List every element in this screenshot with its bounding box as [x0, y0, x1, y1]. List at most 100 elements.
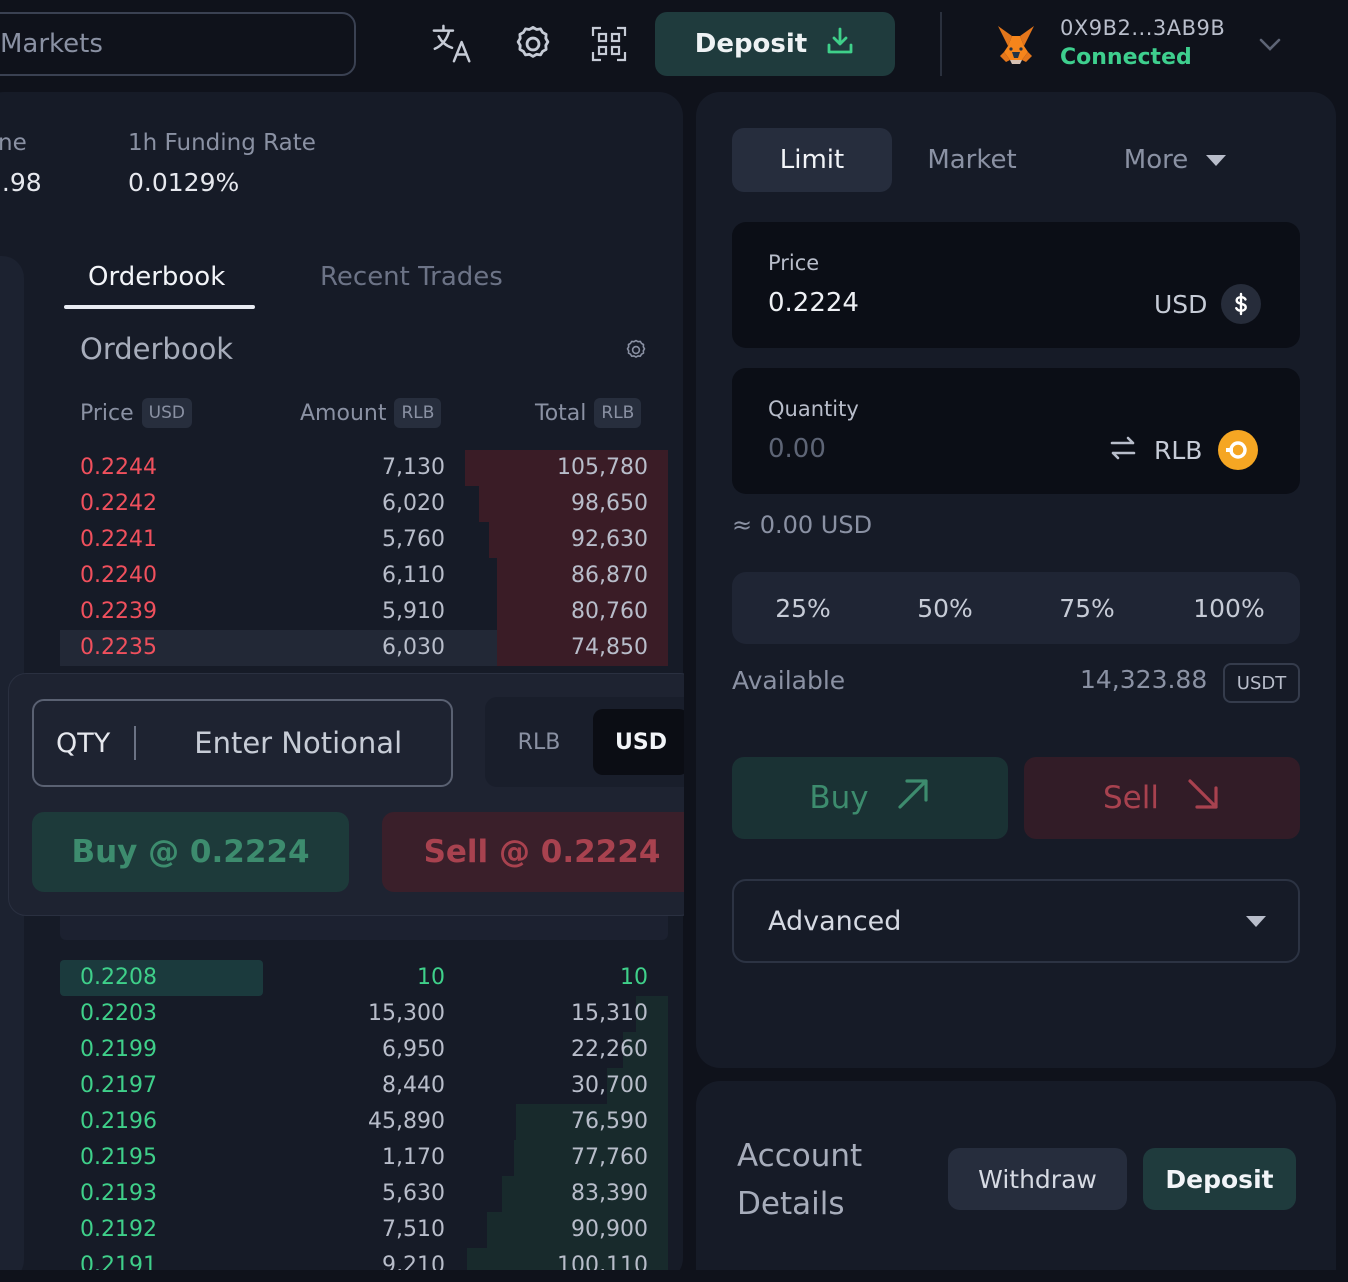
pct-75-button[interactable]: 75% [1016, 572, 1158, 644]
advanced-dropdown[interactable]: Advanced [732, 879, 1300, 963]
buy-button-label: Buy [809, 780, 869, 816]
tab-recent-trades[interactable]: Recent Trades [320, 262, 503, 292]
advanced-label: Advanced [768, 905, 902, 937]
unit-option-rlb[interactable]: RLB [485, 709, 593, 775]
caret-down-icon [1206, 154, 1227, 166]
notional-input[interactable] [136, 726, 451, 760]
bottom-edge [0, 1270, 1348, 1282]
quantity-field-value[interactable]: 0.00 [768, 434, 826, 464]
ask-row[interactable]: 0.2242 6,020 98,650 [60, 486, 668, 522]
markets-search[interactable]: Markets [0, 12, 356, 76]
ask-amount: 6,110 [382, 563, 445, 588]
ask-total: 98,650 [571, 491, 648, 516]
bid-total: 30,700 [571, 1073, 648, 1098]
available-label: Available [732, 666, 846, 695]
ask-amount: 6,030 [382, 635, 445, 660]
orderbook-settings-icon[interactable] [624, 338, 648, 362]
ask-row[interactable]: 0.2244 7,130 105,780 [60, 450, 668, 486]
quick-buy-button[interactable]: Buy @ 0.2224 [32, 812, 349, 892]
withdraw-button[interactable]: Withdraw [948, 1148, 1127, 1210]
bid-price: 0.2197 [80, 1073, 157, 1098]
tab-more-label: More [1123, 145, 1189, 175]
quantity-unit: RLB [1108, 430, 1259, 470]
wallet-address[interactable]: 0X9B2...3AB9B [1060, 16, 1225, 40]
ask-amount: 5,910 [382, 599, 445, 624]
quantity-unit-label: RLB [1154, 435, 1203, 465]
bid-row[interactable]: 0.2192 7,510 90,900 [60, 1212, 668, 1248]
bid-amount: 8,440 [382, 1073, 445, 1098]
bid-price: 0.2195 [80, 1145, 157, 1170]
tab-orderbook[interactable]: Orderbook [88, 262, 225, 292]
account-title-line2: Details [737, 1186, 845, 1222]
unit-option-usd[interactable]: USD [593, 709, 689, 775]
quick-sell-button[interactable]: Sell @ 0.2224 [382, 812, 702, 892]
sell-button-label: Sell [1103, 780, 1159, 816]
bid-price: 0.2199 [80, 1037, 157, 1062]
bid-total: 22,260 [571, 1037, 648, 1062]
ask-price: 0.2240 [80, 563, 157, 588]
tab-limit[interactable]: Limit [732, 128, 892, 192]
ask-price: 0.2235 [80, 635, 157, 660]
swap-arrows-icon[interactable] [1108, 433, 1138, 467]
volume-label: ne [0, 130, 27, 156]
account-details-title: Account Details [737, 1132, 862, 1228]
bid-total: 90,900 [571, 1217, 648, 1242]
metamask-fox-icon [994, 22, 1038, 66]
download-icon [825, 26, 855, 63]
price-unit: USD [1154, 284, 1262, 324]
total-unit-chip: RLB [594, 398, 642, 428]
tab-market[interactable]: Market [900, 128, 1044, 192]
caret-down-icon [1246, 915, 1266, 927]
tab-underline [64, 305, 255, 309]
qr-scan-icon[interactable] [587, 22, 631, 66]
ask-row[interactable]: 0.2239 5,910 80,760 [60, 594, 668, 630]
gear-icon[interactable] [511, 22, 555, 66]
bid-row[interactable]: 0.2208 10 10 [60, 960, 668, 996]
ask-total: 92,630 [571, 527, 648, 552]
deposit-header-button[interactable]: Deposit [655, 12, 895, 76]
ask-price: 0.2239 [80, 599, 157, 624]
ask-row-highlighted[interactable]: 0.2235 6,030 74,850 [60, 630, 668, 666]
ask-price: 0.2242 [80, 491, 157, 516]
bid-price: 0.2193 [80, 1181, 157, 1206]
bid-amount: 10 [417, 965, 445, 990]
quantity-field-label: Quantity [768, 397, 859, 421]
translate-icon[interactable] [431, 22, 475, 66]
bid-row[interactable]: 0.2193 5,630 83,390 [60, 1176, 668, 1212]
bid-amount: 1,170 [382, 1145, 445, 1170]
pct-100-button[interactable]: 100% [1158, 572, 1300, 644]
bid-total: 10 [620, 965, 648, 990]
pct-25-button[interactable]: 25% [732, 572, 874, 644]
tab-more[interactable]: More [1100, 128, 1250, 192]
bid-price: 0.2208 [80, 965, 157, 990]
bid-row[interactable]: 0.2196 45,890 76,590 [60, 1104, 668, 1140]
bid-row[interactable]: 0.2195 1,170 77,760 [60, 1140, 668, 1176]
ask-row[interactable]: 0.2241 5,760 92,630 [60, 522, 668, 558]
wallet-status: Connected [1060, 45, 1192, 70]
volume-value: 3.98 [0, 168, 42, 197]
dollar-coin-icon [1221, 284, 1262, 324]
panel-gap [684, 660, 696, 930]
price-column-header: Price USD [80, 398, 192, 428]
bid-amount: 45,890 [368, 1109, 445, 1134]
notional-field[interactable]: QTY [32, 699, 453, 787]
bid-total: 83,390 [571, 1181, 648, 1206]
ask-total: 86,870 [571, 563, 648, 588]
bid-row[interactable]: 0.2197 8,440 30,700 [60, 1068, 668, 1104]
ask-row[interactable]: 0.2240 6,110 86,870 [60, 558, 668, 594]
bid-amount: 15,300 [368, 1001, 445, 1026]
price-field-value[interactable]: 0.2224 [768, 288, 859, 318]
deposit-button[interactable]: Deposit [1143, 1148, 1296, 1210]
pct-50-button[interactable]: 50% [874, 572, 1016, 644]
bid-amount: 5,630 [382, 1181, 445, 1206]
bid-total: 77,760 [571, 1145, 648, 1170]
bid-row[interactable]: 0.2199 6,950 22,260 [60, 1032, 668, 1068]
buy-button[interactable]: Buy [732, 757, 1008, 839]
bid-total: 76,590 [571, 1109, 648, 1134]
sell-button[interactable]: Sell [1024, 757, 1300, 839]
ask-total: 80,760 [571, 599, 648, 624]
total-column-header: Total RLB [535, 398, 642, 428]
bid-amount: 6,950 [382, 1037, 445, 1062]
bid-row[interactable]: 0.2203 15,300 15,310 [60, 996, 668, 1032]
chevron-down-icon[interactable] [1256, 32, 1284, 56]
